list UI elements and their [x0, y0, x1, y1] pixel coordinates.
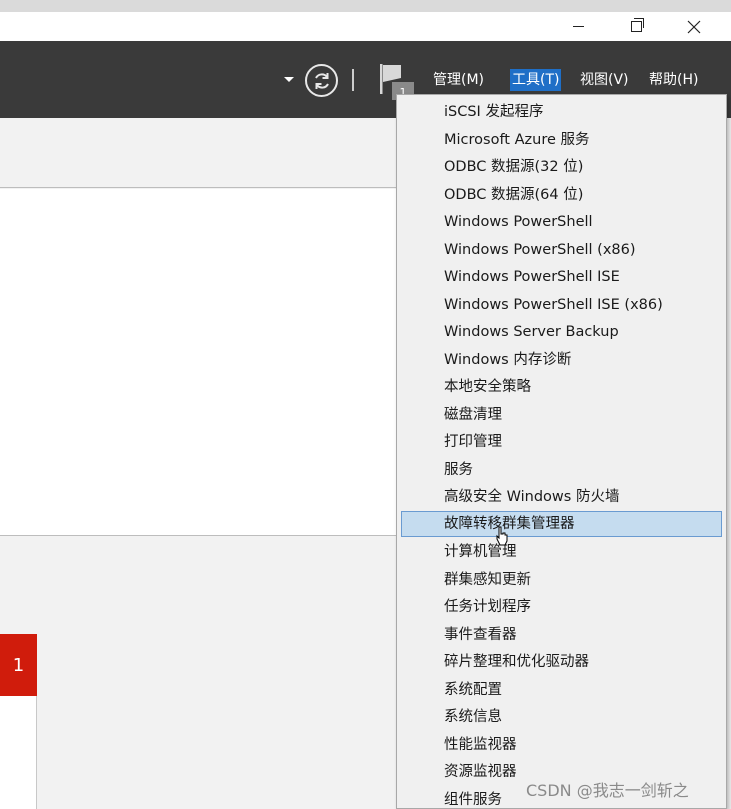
- dropdown-caret-icon[interactable]: [284, 77, 294, 82]
- menu-item-cluster-aware-updating[interactable]: 群集感知更新: [401, 567, 722, 593]
- refresh-button[interactable]: [305, 64, 338, 97]
- dashboard-tiles-panel: [0, 536, 400, 809]
- close-icon: [687, 20, 701, 33]
- menu-item-performance-monitor[interactable]: 性能监视器: [401, 732, 722, 758]
- refresh-icon: [314, 72, 329, 89]
- title-bar: [0, 0, 731, 41]
- tile-body: [0, 696, 37, 809]
- menu-item-computer-management[interactable]: 计算机管理: [401, 539, 722, 565]
- menu-item-azure-services[interactable]: Microsoft Azure 服务: [401, 127, 722, 153]
- menu-item-system-information[interactable]: 系统信息: [401, 704, 722, 730]
- menu-item-failover-cluster-manager[interactable]: 故障转移群集管理器: [401, 511, 722, 537]
- server-manager-window: 1 管理(M) 工具(T) 视图(V) 帮助(H) 1 iSCSI 发起程序 M…: [0, 0, 731, 809]
- menu-item-server-backup[interactable]: Windows Server Backup: [401, 319, 722, 345]
- alert-tile-count[interactable]: 1: [0, 634, 37, 696]
- menu-item-firewall-advanced[interactable]: 高级安全 Windows 防火墙: [401, 484, 722, 510]
- menu-view[interactable]: 视图(V): [578, 69, 631, 91]
- dashboard-header-panel: [0, 118, 400, 188]
- tile-divider: [36, 696, 37, 809]
- menu-item-powershell-ise-x86[interactable]: Windows PowerShell ISE (x86): [401, 292, 722, 318]
- menu-help[interactable]: 帮助(H): [647, 69, 700, 91]
- menu-item-powershell-ise[interactable]: Windows PowerShell ISE: [401, 264, 722, 290]
- minimize-button[interactable]: [555, 12, 601, 41]
- menu-manage[interactable]: 管理(M): [431, 69, 486, 91]
- dashboard-content-panel: [0, 189, 400, 536]
- restore-icon: [630, 18, 644, 32]
- menu-tools[interactable]: 工具(T): [510, 69, 562, 91]
- menu-item-odbc-32[interactable]: ODBC 数据源(32 位): [401, 154, 722, 180]
- menu-item-disk-cleanup[interactable]: 磁盘清理: [401, 402, 722, 428]
- menu-item-local-security-policy[interactable]: 本地安全策略: [401, 374, 722, 400]
- menu-item-powershell-x86[interactable]: Windows PowerShell (x86): [401, 237, 722, 263]
- menu-item-powershell[interactable]: Windows PowerShell: [401, 209, 722, 235]
- menu-item-task-scheduler[interactable]: 任务计划程序: [401, 594, 722, 620]
- close-button[interactable]: [671, 12, 717, 41]
- mouse-cursor-icon: [496, 526, 508, 546]
- menu-item-iscsi-initiator[interactable]: iSCSI 发起程序: [401, 99, 722, 125]
- tools-dropdown-menu: iSCSI 发起程序 Microsoft Azure 服务 ODBC 数据源(3…: [396, 94, 727, 809]
- menu-item-print-management[interactable]: 打印管理: [401, 429, 722, 455]
- menu-item-defragment-drives[interactable]: 碎片整理和优化驱动器: [401, 649, 722, 675]
- menu-item-odbc-64[interactable]: ODBC 数据源(64 位): [401, 182, 722, 208]
- minimize-icon: [572, 26, 584, 27]
- menu-item-services[interactable]: 服务: [401, 457, 722, 483]
- menu-item-system-configuration[interactable]: 系统配置: [401, 677, 722, 703]
- toolbar-separator: [352, 69, 354, 91]
- watermark-text: CSDN @我志一剑斩之: [526, 781, 689, 800]
- menu-item-memory-diagnostic[interactable]: Windows 内存诊断: [401, 347, 722, 373]
- maximize-button[interactable]: [613, 12, 659, 41]
- menu-item-event-viewer[interactable]: 事件查看器: [401, 622, 722, 648]
